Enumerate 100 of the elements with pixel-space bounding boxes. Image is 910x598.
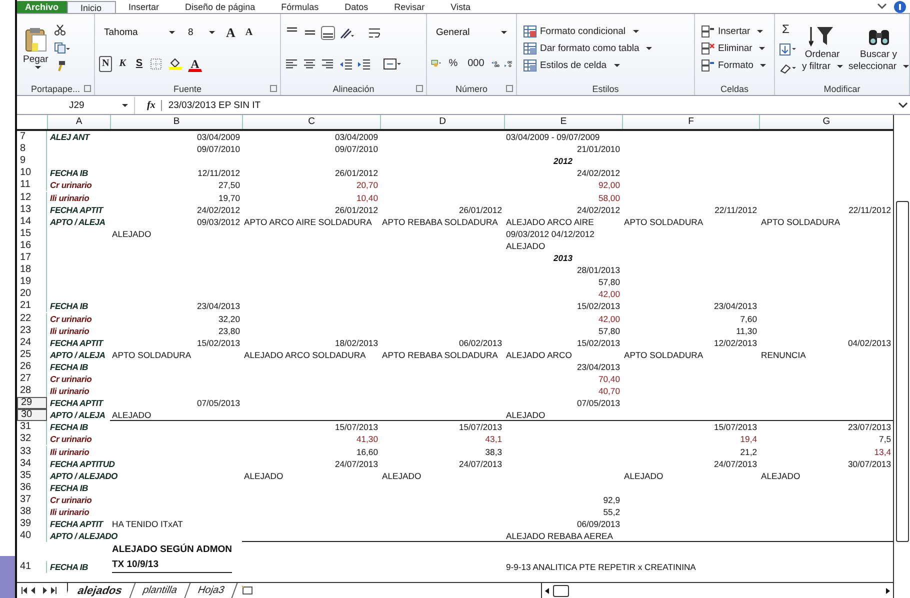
align-bottom-icon[interactable]	[321, 26, 335, 40]
row-header[interactable]: 22	[17, 312, 47, 324]
row-header[interactable]: 8	[17, 143, 47, 156]
row-header[interactable]: 25	[17, 348, 47, 361]
row-header[interactable]: 18	[17, 264, 47, 276]
row-header[interactable]: 39	[17, 518, 47, 530]
align-left-icon[interactable]	[285, 58, 299, 70]
row-header[interactable]: 13	[17, 204, 47, 216]
row-header[interactable]: 33	[17, 446, 47, 458]
ribbon-tab[interactable]: Fórmulas	[268, 1, 332, 13]
wrap-text-icon[interactable]	[367, 26, 383, 40]
row-header[interactable]: 32	[17, 433, 47, 446]
scissors-icon[interactable]	[54, 24, 66, 36]
insert-function-button[interactable]: fx	[141, 100, 162, 110]
row-header[interactable]: 29	[17, 397, 47, 410]
paste-button[interactable]: Pegar	[21, 27, 50, 69]
row-header[interactable]: 16	[17, 240, 47, 252]
cells-menu-button[interactable]: Formato	[699, 58, 770, 72]
formula-field[interactable]: 23/03/2013 EP SIN IT	[168, 100, 890, 110]
column-header[interactable]: B	[110, 115, 242, 129]
sheet-tab[interactable]: Hoja3	[185, 583, 238, 598]
row-header[interactable]: 10	[17, 167, 47, 180]
styles-menu-button[interactable]: Dar formato como tabla	[521, 40, 690, 56]
name-box[interactable]: J29	[17, 96, 135, 114]
row-header[interactable]: 40	[17, 530, 47, 542]
row-header[interactable]: 41	[17, 561, 47, 574]
shrink-font-button[interactable]: A	[242, 24, 256, 40]
ribbon-tab[interactable]: Inicio	[66, 1, 116, 13]
italic-button[interactable]: K	[116, 56, 129, 72]
column-header[interactable]: F	[622, 115, 759, 129]
number-format-field[interactable]: General	[431, 25, 511, 40]
merge-cells-icon[interactable]	[383, 58, 401, 70]
styles-menu-button[interactable]: Estilos de celda	[521, 58, 690, 72]
column-header[interactable]: D	[380, 115, 504, 129]
vertical-scrollbar[interactable]	[893, 115, 910, 598]
sheet-tab[interactable]: alejados	[65, 583, 136, 598]
thousands-button[interactable]: 000	[464, 56, 488, 72]
row-header[interactable]: 21	[17, 300, 47, 312]
dialog-launcher-icon[interactable]	[506, 85, 513, 92]
underline-button[interactable]: S	[132, 56, 146, 72]
row-header[interactable]: 30	[17, 409, 47, 422]
column-header[interactable]: A	[47, 115, 110, 129]
row-header[interactable]: 17	[17, 252, 47, 264]
row-header[interactable]: 27	[17, 372, 47, 385]
row-header[interactable]: 37	[17, 494, 47, 506]
borders-icon[interactable]	[150, 58, 164, 70]
currency-icon[interactable]	[431, 57, 442, 70]
bold-button[interactable]: N	[99, 56, 112, 72]
row-header[interactable]: 7	[17, 131, 47, 144]
row-header[interactable]: 35	[17, 470, 47, 482]
eraser-icon[interactable]	[779, 62, 797, 75]
dialog-launcher-icon[interactable]	[416, 85, 423, 92]
ribbon-tab[interactable]: Vista	[438, 1, 484, 13]
dialog-launcher-icon[interactable]	[84, 85, 91, 92]
row-header[interactable]: 36	[17, 482, 47, 494]
sheet-tab[interactable]: plantilla	[130, 583, 191, 598]
row-header[interactable]: 15	[17, 228, 47, 240]
cells-menu-button[interactable]: Insertar	[699, 24, 770, 38]
autosum-button[interactable]: Σ	[779, 21, 792, 37]
font-color-button[interactable]: A	[188, 56, 202, 72]
row-header[interactable]: 11	[17, 179, 47, 192]
increase-indent-icon[interactable]	[357, 58, 371, 70]
find-select-button[interactable]: Buscar y seleccionar	[848, 24, 910, 72]
cell-text: APTO SOLDADURA	[112, 348, 192, 361]
minimize-ribbon-icon[interactable]	[876, 2, 888, 10]
cells-menu-button[interactable]: Eliminar	[699, 40, 770, 56]
column-header[interactable]: E	[504, 115, 622, 129]
row-header[interactable]: 34	[17, 458, 47, 470]
font-size-field[interactable]: 8	[183, 25, 219, 40]
row-header[interactable]: 12	[17, 192, 47, 204]
styles-menu-button[interactable]: Formato condicional	[521, 24, 690, 38]
fill-color-icon[interactable]	[168, 57, 184, 70]
row-header[interactable]: 31	[17, 421, 47, 434]
sort-filter-button[interactable]: Ordenar y filtrar	[801, 24, 844, 72]
row-header[interactable]: 20	[17, 288, 47, 300]
row-header[interactable]: 24	[17, 336, 47, 349]
column-header[interactable]: C	[242, 115, 380, 129]
ribbon-tab[interactable]: Revisar	[381, 1, 438, 13]
column-header[interactable]: G	[759, 115, 893, 129]
align-right-icon[interactable]	[321, 58, 335, 70]
grow-font-button[interactable]: A	[223, 24, 238, 40]
font-family-field[interactable]: Tahoma	[99, 25, 179, 40]
fill-down-icon[interactable]	[779, 43, 797, 56]
help-icon[interactable]	[894, 0, 906, 12]
ribbon-tab[interactable]: Archivo	[17, 1, 67, 13]
row-header[interactable]: 38	[17, 506, 47, 518]
ribbon-tab[interactable]: Insertar	[116, 1, 172, 13]
align-center-icon[interactable]	[303, 58, 317, 70]
decrease-indent-icon[interactable]	[339, 58, 353, 70]
row-header[interactable]: 23	[17, 324, 47, 337]
ribbon-tab[interactable]: Diseño de página	[172, 1, 268, 13]
copy-icon[interactable]	[54, 42, 70, 54]
row-header[interactable]: 14	[17, 216, 47, 228]
row-header[interactable]: 9	[17, 155, 47, 168]
row-header[interactable]: 19	[17, 276, 47, 288]
percent-button[interactable]: %	[446, 56, 461, 72]
row-header[interactable]: 26	[17, 360, 47, 373]
ribbon-tab[interactable]: Datos	[332, 1, 382, 13]
cell-text: APTO SOLDADURA	[624, 348, 704, 361]
dialog-launcher-icon[interactable]	[270, 85, 277, 92]
